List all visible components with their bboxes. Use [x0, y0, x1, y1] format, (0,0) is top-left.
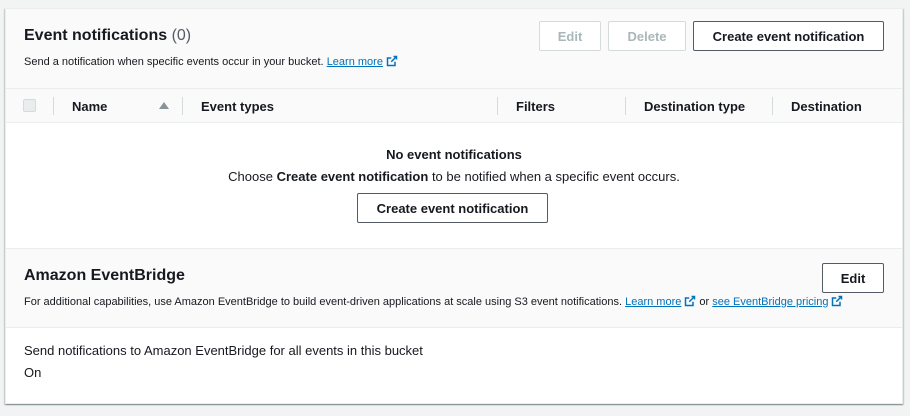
delete-button[interactable]: Delete — [608, 21, 686, 51]
event-notifications-learn-more-link[interactable]: Learn more — [326, 55, 398, 68]
create-event-notification-empty-button[interactable]: Create event notification — [357, 193, 548, 223]
event-notifications-table-header: Name Event types Filters Destination typ… — [6, 89, 902, 123]
column-header-event-types[interactable]: Event types — [201, 89, 274, 123]
eventbridge-body: Send notifications to Amazon EventBridge… — [6, 328, 902, 403]
eventbridge-setting-label: Send notifications to Amazon EventBridge… — [24, 343, 423, 358]
column-separator — [53, 97, 54, 115]
column-header-destination-type[interactable]: Destination type — [644, 89, 745, 123]
edit-button[interactable]: Edit — [539, 21, 601, 51]
or-text: or — [699, 296, 710, 308]
eventbridge-description: For additional capabilities, use Amazon … — [24, 295, 843, 308]
eventbridge-setting-value: On — [24, 365, 42, 380]
eventbridge-learn-more-link[interactable]: Learn more — [625, 295, 696, 308]
column-separator — [497, 97, 498, 115]
column-separator — [772, 97, 773, 115]
event-notifications-description-text: Send a notification when specific events… — [24, 56, 324, 68]
sort-ascending-icon[interactable] — [159, 102, 169, 109]
column-header-filters[interactable]: Filters — [516, 89, 555, 123]
external-link-icon — [832, 295, 843, 307]
learn-more-label: Learn more — [625, 296, 682, 308]
event-notifications-header: Event notifications (0) Send a notificat… — [6, 9, 902, 89]
eventbridge-header: Amazon EventBridge For additional capabi… — [6, 248, 902, 328]
properties-panel: Event notifications (0) Send a notificat… — [5, 8, 903, 404]
empty-state-prefix: Choose — [228, 169, 273, 184]
eventbridge-edit-button[interactable]: Edit — [822, 263, 884, 293]
eventbridge-pricing-link[interactable]: see EventBridge pricing — [712, 295, 843, 308]
column-header-destination[interactable]: Destination — [791, 89, 862, 123]
pricing-link-label: see EventBridge pricing — [712, 296, 829, 308]
column-header-name[interactable]: Name — [72, 89, 107, 123]
column-separator — [182, 97, 183, 115]
column-separator — [625, 97, 626, 115]
event-notifications-count: (0) — [171, 27, 192, 44]
learn-more-label: Learn more — [326, 56, 383, 68]
empty-state-title: No event notifications — [386, 147, 522, 162]
empty-state: No event notifications Choose Create eve… — [6, 123, 902, 248]
select-all-checkbox[interactable] — [23, 99, 36, 112]
external-link-icon — [685, 295, 696, 307]
external-link-icon — [386, 55, 398, 67]
eventbridge-title: Amazon EventBridge — [24, 267, 185, 284]
event-notifications-description: Send a notification when specific events… — [24, 55, 398, 68]
event-notifications-title-text: Event notifications — [24, 27, 168, 44]
create-event-notification-button[interactable]: Create event notification — [693, 21, 884, 51]
empty-state-suffix: to be notified when a specific event occ… — [431, 169, 680, 184]
empty-state-bold: Create event notification — [276, 169, 429, 184]
event-notifications-title: Event notifications (0) — [24, 27, 191, 45]
eventbridge-description-text: For additional capabilities, use Amazon … — [24, 296, 623, 308]
empty-state-text: Choose Create event notification to be n… — [6, 169, 902, 184]
